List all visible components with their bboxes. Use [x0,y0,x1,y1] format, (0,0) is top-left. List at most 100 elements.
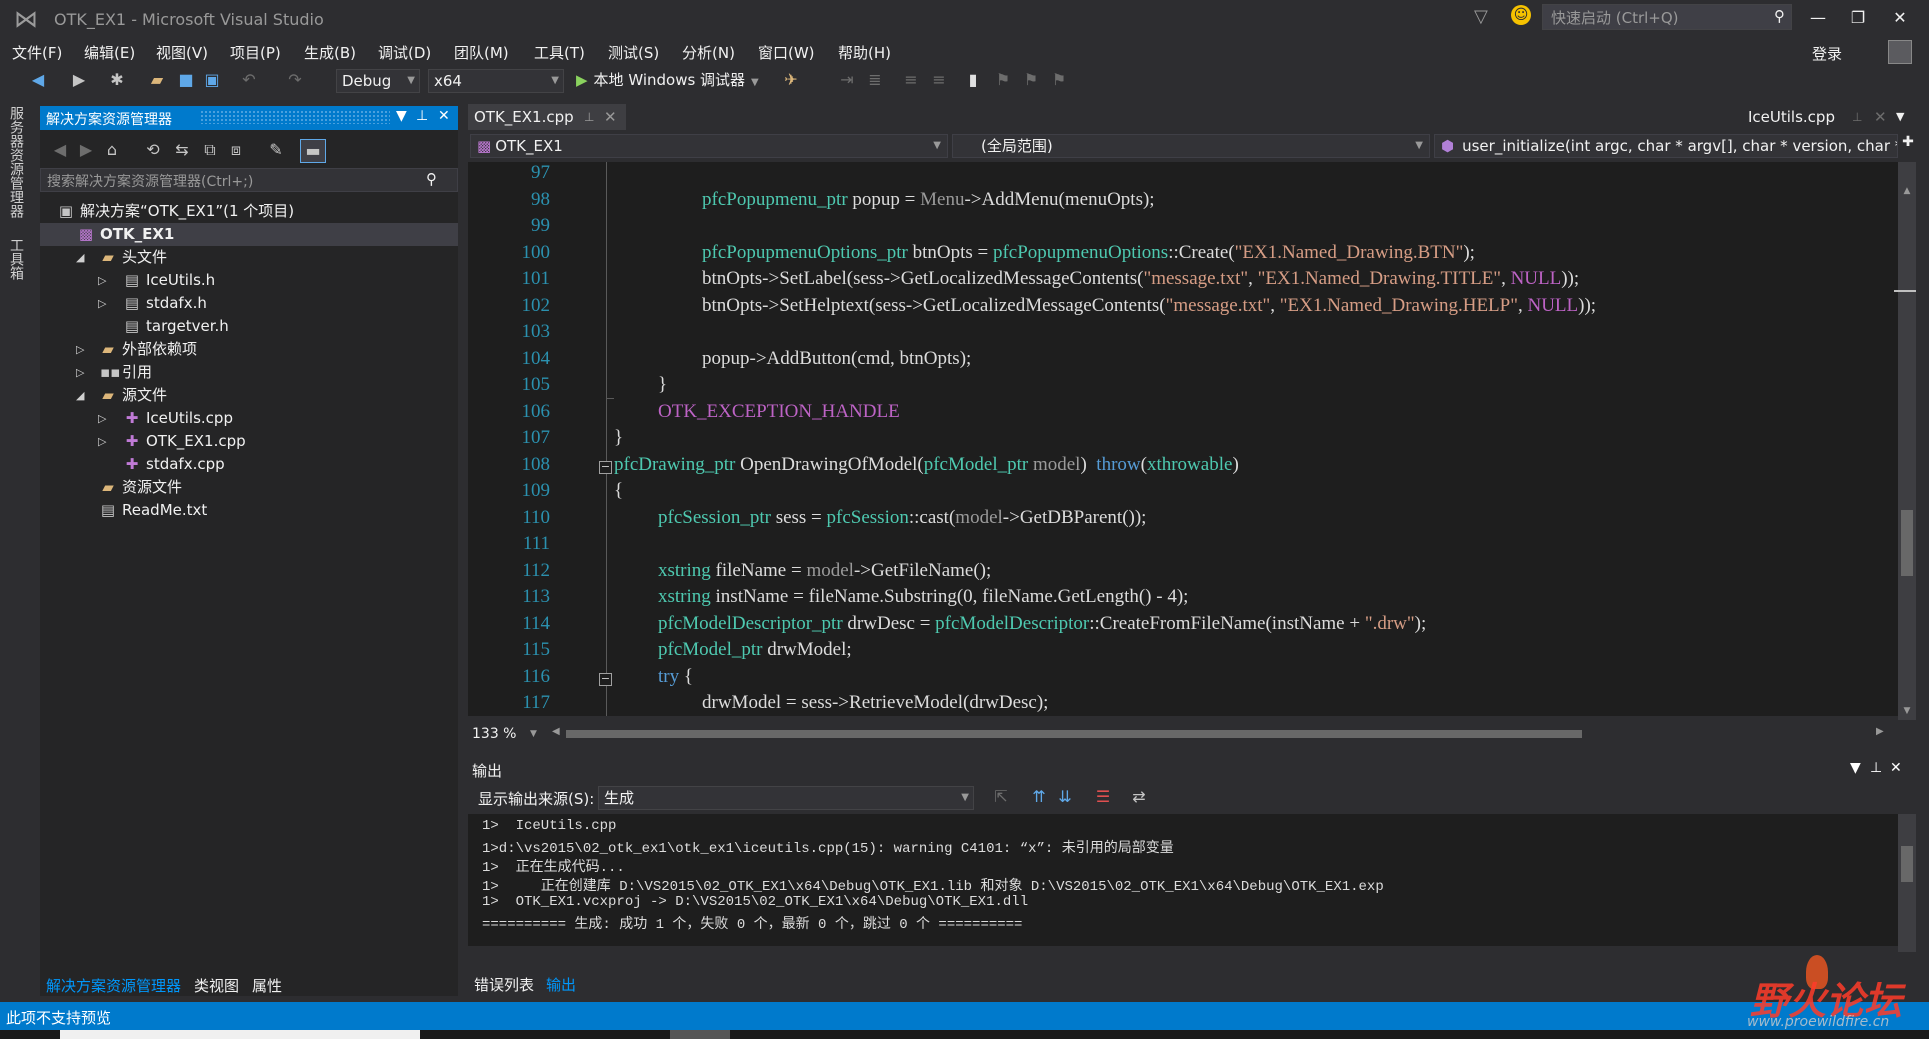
pending-changes-icon[interactable]: ⟲ [138,139,168,161]
prev-bookmark-icon[interactable]: ⚑ [992,69,1014,91]
scroll-up-icon[interactable]: ▲ [1901,186,1913,196]
tree-item-iceutils-cpp[interactable]: ✚ IceUtils.cpp [124,407,233,430]
menu-window[interactable]: 窗口(W) [758,42,815,63]
tab-iceutils-cpp[interactable]: IceUtils.cpp ⊥ ✕ ▼ [1748,104,1908,130]
tree-item-stdafx-h[interactable]: ▤ stdafx.h [124,292,207,315]
tree-item-stdafx-cpp[interactable]: ✚ stdafx.cpp [124,453,225,476]
expanded-arrow-icon[interactable]: ◢ [76,246,84,269]
navigate-back-icon[interactable]: ◀ [28,69,48,91]
collapsed-arrow-icon[interactable]: ▷ [76,361,84,384]
save-icon[interactable]: ■ [176,69,196,91]
tree-item-references[interactable]: ▪▪ 引用 [100,361,152,384]
collapsed-arrow-icon[interactable]: ▷ [98,407,106,430]
attach-process-icon[interactable]: ✈ [780,69,802,91]
menu-edit[interactable]: 编辑(E) [84,42,135,63]
account-icon[interactable] [1888,40,1912,64]
next-message-icon[interactable]: ⇊ [1054,786,1076,808]
nav-project-select[interactable]: ▩ OTK_EX1 ▼ [470,134,948,158]
menu-analyze[interactable]: 分析(N) [682,42,735,63]
menu-debug[interactable]: 调试(D) [378,42,431,63]
preview-toggle-icon[interactable]: ▬ [300,139,326,163]
tree-item-project[interactable]: ▩ OTK_EX1 [40,223,458,246]
home-icon[interactable]: ⌂ [102,139,122,161]
collapsed-arrow-icon[interactable]: ▷ [76,338,84,361]
scroll-right-icon[interactable]: ▶ [1876,726,1884,737]
next-bookmark-icon[interactable]: ⚑ [1020,69,1042,91]
save-all-icon[interactable]: ▣ [202,69,222,91]
navigate-forward-icon[interactable]: ▶ [70,69,88,91]
tab-solution-explorer[interactable]: 解决方案资源管理器 [46,975,181,996]
tab-properties[interactable]: 属性 [252,975,282,996]
clear-bookmarks-icon[interactable]: ⚑ [1048,69,1070,91]
nav-member-select[interactable]: ⬢ user_initialize(int argc, char * argv[]… [1434,134,1898,158]
solution-platform-select[interactable]: x64 ▼ [428,69,564,93]
sync-icon[interactable]: ⇆ [172,139,192,161]
menu-tools[interactable]: 工具(T) [534,42,585,63]
scroll-down-icon[interactable]: ▼ [1901,706,1913,716]
quick-launch-input[interactable]: 快速启动 (Ctrl+Q) ⚲ [1542,4,1792,30]
editor-scroll-thumb[interactable] [1901,510,1913,576]
restore-button[interactable]: ❐ [1842,4,1874,32]
tree-item-otk-ex1-cpp[interactable]: ✚ OTK_EX1.cpp [124,430,246,453]
close-tab-icon[interactable]: ✕ [604,104,617,130]
collapse-region-icon[interactable]: − [599,673,612,686]
expanded-arrow-icon[interactable]: ◢ [76,384,84,407]
close-panel-icon[interactable]: ✕ [438,108,450,124]
editor-hscroll-thumb[interactable] [566,730,1582,738]
step-icon[interactable]: ⇥ [836,69,858,91]
editor-vertical-scrollbar[interactable] [1898,162,1916,720]
menu-help[interactable]: 帮助(H) [838,42,891,63]
tree-item-resource-files[interactable]: ▰ 资源文件 [100,476,182,499]
zoom-level-select[interactable]: 133 % ▼ [468,723,552,745]
split-editor-icon[interactable]: ✚ [1900,134,1916,158]
feedback-smiley-icon[interactable]: ☺ [1511,5,1531,25]
output-horizontal-scrollbar[interactable] [468,948,1898,964]
toolbox-tab[interactable]: 工具箱 [8,238,26,280]
word-wrap-icon[interactable]: ⇄ [1128,786,1150,808]
open-file-icon[interactable]: ▰ [146,69,168,91]
forward-icon[interactable]: ▶ [76,139,96,161]
tree-item-external-deps[interactable]: ▰ 外部依赖项 [100,338,197,361]
output-vertical-scrollbar[interactable] [1898,814,1916,952]
pin-icon[interactable]: ⊥ [416,108,428,124]
output-source-select[interactable]: 生成 ▼ [598,786,974,810]
minimize-button[interactable]: — [1802,4,1834,32]
output-scroll-thumb[interactable] [1901,846,1913,882]
menu-build[interactable]: 生成(B) [304,42,356,63]
tab-output[interactable]: 输出 [546,974,576,995]
nav-scope-select[interactable]: (全局范围) ▼ [952,134,1430,158]
scroll-left-icon[interactable]: ◀ [552,726,560,737]
menu-team[interactable]: 团队(M) [454,42,509,63]
close-window-button[interactable]: ✕ [1884,4,1916,32]
menu-view[interactable]: 视图(V) [156,42,208,63]
notification-filter-icon[interactable]: ▽ [1474,6,1488,27]
tab-list-chevron-icon[interactable]: ▼ [1896,104,1904,130]
bookmark-icon[interactable]: ▮ [962,69,984,91]
close-tab-icon[interactable]: ✕ [1874,104,1887,130]
undo-icon[interactable]: ↶ [238,69,260,91]
collapsed-arrow-icon[interactable]: ▷ [98,430,106,453]
collapsed-arrow-icon[interactable]: ▷ [98,269,106,292]
prev-message-icon[interactable]: ⇈ [1028,786,1050,808]
format-icon[interactable]: ≣ [864,69,886,91]
collapse-region-icon[interactable]: − [599,461,612,474]
menu-project[interactable]: 项目(P) [230,42,281,63]
tree-item-solution[interactable]: ▣ 解决方案“OTK_EX1”(1 个项目) [58,200,294,223]
find-message-icon[interactable]: ⇱ [990,786,1012,808]
show-all-files-icon[interactable]: ⧈ [226,139,246,161]
clear-all-icon[interactable]: ☰ [1092,786,1114,808]
new-project-icon[interactable]: ✱ [106,69,128,91]
comment-icon[interactable]: ≡ [900,69,922,91]
collapse-all-icon[interactable]: ⧉ [200,139,220,161]
panel-menu-chevron-icon[interactable]: ▼ [396,108,407,124]
panel-menu-chevron-icon[interactable]: ▼ [1850,760,1861,776]
solution-configuration-select[interactable]: Debug ▼ [336,69,420,93]
tree-item-targetver-h[interactable]: ▤ targetver.h [124,315,229,338]
tree-item-source-files[interactable]: ▰ 源文件 [100,384,167,407]
menu-test[interactable]: 测试(S) [608,42,659,63]
menu-file[interactable]: 文件(F) [12,42,62,63]
server-explorer-tab[interactable]: 服务器资源管理器 [8,106,26,218]
solution-search-input[interactable]: 搜索解决方案资源管理器(Ctrl+;) ⚲ [40,168,458,192]
pin-icon[interactable]: ⊥ [584,104,594,130]
redo-icon[interactable]: ↷ [284,69,306,91]
